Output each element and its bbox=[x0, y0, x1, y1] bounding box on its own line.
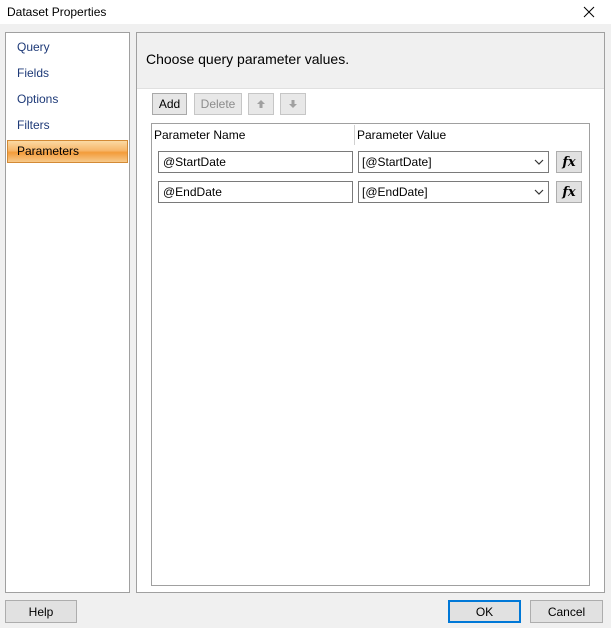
column-header-name: Parameter Name bbox=[154, 128, 246, 142]
window-title: Dataset Properties bbox=[7, 5, 107, 19]
cancel-button-label: Cancel bbox=[547, 604, 586, 619]
delete-button[interactable]: Delete bbox=[194, 93, 242, 115]
move-up-button[interactable] bbox=[248, 93, 274, 115]
title-bar: Dataset Properties bbox=[0, 0, 611, 24]
nav-item-options[interactable]: Options bbox=[7, 88, 128, 111]
arrow-up-icon bbox=[257, 100, 265, 108]
delete-button-label: Delete bbox=[200, 97, 236, 111]
help-button[interactable]: Help bbox=[5, 600, 77, 623]
arrow-down-icon bbox=[289, 100, 297, 108]
chevron-down-icon bbox=[534, 159, 544, 165]
ok-button[interactable]: OK bbox=[448, 600, 521, 623]
parameter-value-text: [@StartDate] bbox=[362, 155, 432, 169]
parameter-value-dropdown[interactable]: [@EndDate] bbox=[358, 181, 549, 203]
chevron-down-icon bbox=[534, 189, 544, 195]
expression-button[interactable]: fx bbox=[556, 181, 582, 203]
cancel-button[interactable]: Cancel bbox=[530, 600, 603, 623]
nav-item-query[interactable]: Query bbox=[7, 36, 128, 59]
parameter-name-value: @EndDate bbox=[163, 185, 222, 199]
move-down-button[interactable] bbox=[280, 93, 306, 115]
parameter-name-input[interactable]: @StartDate bbox=[158, 151, 353, 173]
nav-item-filters[interactable]: Filters bbox=[7, 114, 128, 137]
parameter-value-dropdown[interactable]: [@StartDate] bbox=[358, 151, 549, 173]
parameter-name-input[interactable]: @EndDate bbox=[158, 181, 353, 203]
close-icon bbox=[583, 6, 594, 18]
page-title: Choose query parameter values. bbox=[146, 51, 350, 67]
nav-item-fields[interactable]: Fields bbox=[7, 62, 128, 85]
nav-item-label: Parameters bbox=[17, 144, 80, 158]
add-button-label: Add bbox=[158, 97, 181, 111]
nav-panel: Query Fields Options Filters Parameters bbox=[5, 32, 130, 593]
nav-item-label: Fields bbox=[17, 66, 50, 80]
ok-button-label: OK bbox=[475, 604, 494, 619]
content-header: Choose query parameter values. bbox=[137, 33, 604, 89]
close-button[interactable] bbox=[566, 0, 611, 24]
nav-item-label: Options bbox=[17, 92, 59, 106]
parameter-value-text: [@EndDate] bbox=[362, 185, 428, 199]
parameter-name-value: @StartDate bbox=[163, 155, 226, 169]
expression-button[interactable]: fx bbox=[556, 151, 582, 173]
nav-item-label: Query bbox=[17, 40, 50, 54]
function-fx-icon: fx bbox=[562, 184, 576, 200]
column-separator bbox=[354, 125, 355, 145]
function-fx-icon: fx bbox=[562, 154, 576, 170]
nav-item-label: Filters bbox=[17, 118, 50, 132]
column-header-value: Parameter Value bbox=[357, 128, 447, 142]
help-button-label: Help bbox=[28, 604, 54, 619]
add-button[interactable]: Add bbox=[152, 93, 187, 115]
nav-item-parameters[interactable]: Parameters bbox=[7, 140, 128, 163]
